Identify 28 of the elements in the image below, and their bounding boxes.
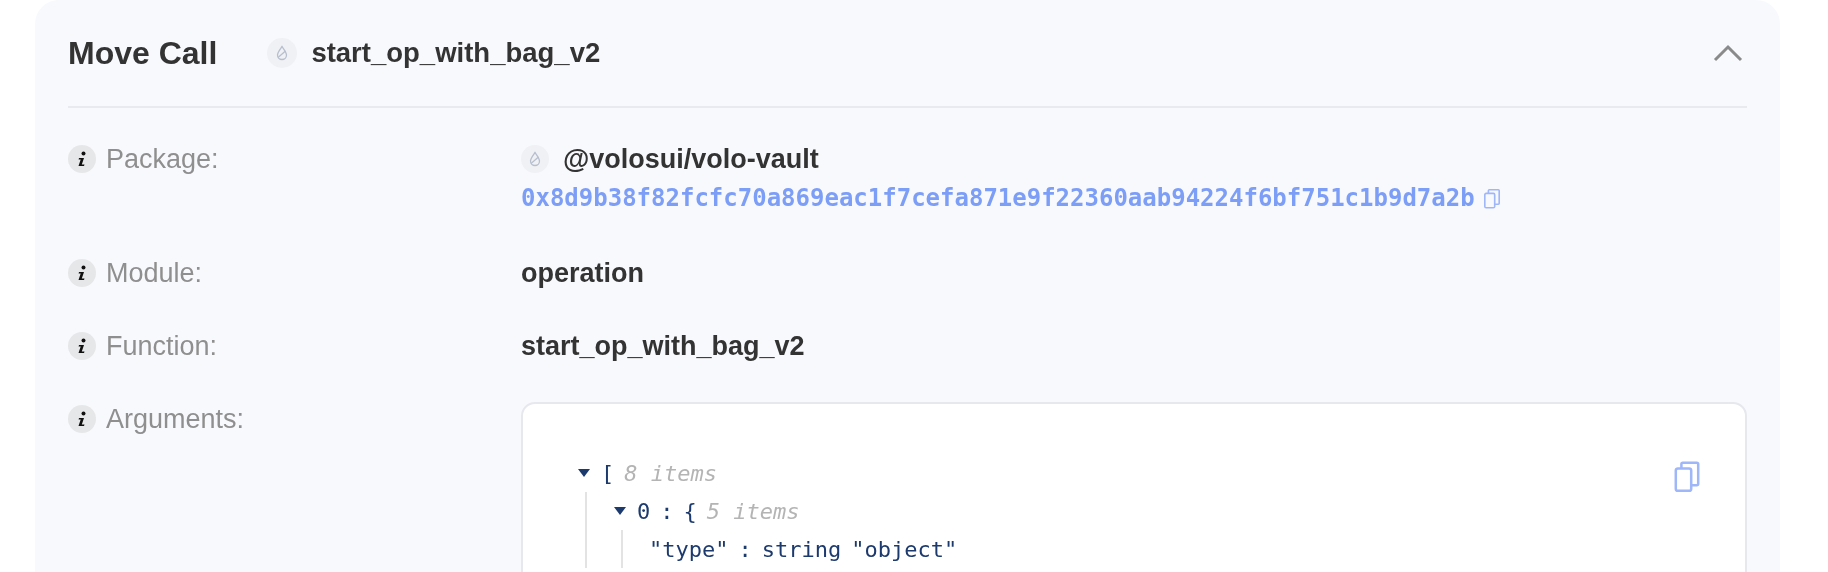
info-icon[interactable] bbox=[68, 405, 96, 433]
field-value: start_op_with_bag_v2 bbox=[521, 331, 805, 361]
info-icon[interactable] bbox=[68, 332, 96, 360]
field-label: Package: bbox=[106, 143, 219, 176]
json-separator: : bbox=[660, 498, 674, 524]
item-count: 8 items bbox=[624, 460, 717, 486]
json-key: 0 bbox=[637, 498, 651, 524]
function-name: start_op_with_bag_v2 bbox=[311, 37, 601, 69]
json-type: string bbox=[761, 536, 842, 562]
item-count: 5 items bbox=[706, 498, 800, 524]
json-value: "object" bbox=[851, 536, 958, 562]
expand-toggle[interactable] bbox=[577, 468, 591, 478]
expand-toggle[interactable] bbox=[613, 506, 627, 516]
field-label: Module: bbox=[106, 257, 203, 290]
info-icon[interactable] bbox=[68, 145, 96, 173]
package-name: @volosui/volo-vault bbox=[563, 143, 819, 176]
info-icon[interactable] bbox=[68, 259, 96, 287]
card-title: Move Call bbox=[68, 34, 218, 72]
json-bracket: [ bbox=[601, 460, 615, 486]
field-value: operation bbox=[521, 258, 644, 288]
json-key: "type" bbox=[649, 536, 729, 562]
json-bracket: { bbox=[683, 498, 697, 524]
field-label: Function: bbox=[106, 330, 218, 363]
droplet-icon bbox=[528, 151, 542, 167]
droplet-icon bbox=[275, 45, 290, 61]
package-address-link[interactable]: 0x8d9b38f82fcfc70a869eac1f7cefa871e9f22360aab94224f6bf751c1b9d7a2b bbox=[521, 180, 1475, 217]
field-label: Arguments: bbox=[106, 403, 245, 436]
json-separator: : bbox=[738, 536, 752, 562]
